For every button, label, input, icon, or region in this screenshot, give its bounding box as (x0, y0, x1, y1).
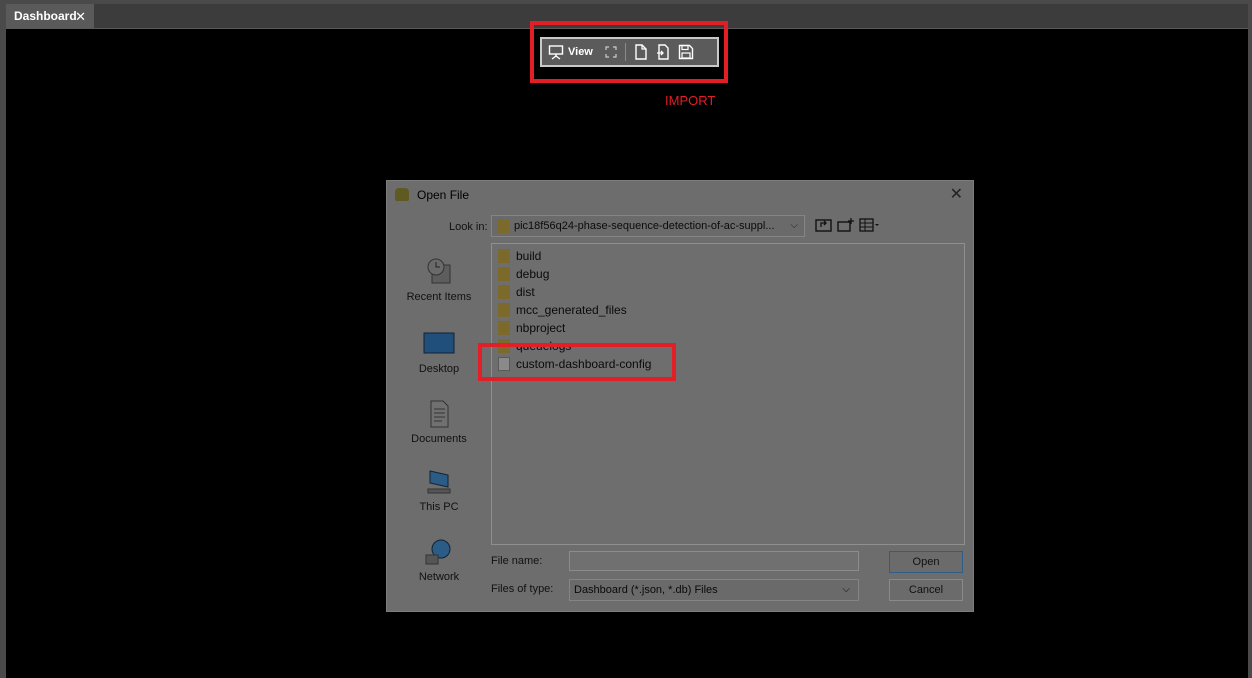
close-icon[interactable]: ✕ (950, 184, 963, 204)
file-highlight (478, 343, 676, 381)
new-folder-icon[interactable] (837, 217, 855, 233)
files-of-type-value: Dashboard (*.json, *.db) Files (574, 584, 718, 596)
list-item[interactable]: build (496, 247, 541, 265)
dialog-title: Open File (417, 188, 470, 202)
file-name-label: File name: (491, 555, 543, 567)
up-folder-icon[interactable] (815, 217, 833, 233)
file-name: build (516, 249, 542, 263)
place-label: Network (418, 571, 460, 583)
computer-icon (427, 470, 451, 494)
chevron-down-icon: ⌵ (842, 584, 850, 595)
file-name-field[interactable] (569, 551, 859, 571)
folder-icon (498, 285, 510, 299)
folder-icon (498, 249, 510, 263)
import-annotation: IMPORT (665, 93, 716, 108)
place-label: This PC (419, 501, 459, 513)
place-label: Desktop (418, 363, 460, 375)
cancel-button[interactable]: Cancel (889, 579, 963, 601)
list-item[interactable]: nbproject (496, 319, 565, 337)
file-name: nbproject (516, 321, 566, 335)
place-this-pc[interactable]: This PC (397, 467, 481, 527)
open-button[interactable]: Open (889, 551, 963, 573)
look-in-label: Look in: (449, 221, 488, 233)
place-label: Recent Items (406, 291, 472, 303)
file-name: dist (516, 285, 535, 299)
list-item[interactable]: dist (496, 283, 535, 301)
look-in-value: pic18f56q24-phase-sequence-detection-of-… (514, 220, 775, 232)
toolbar-highlight (530, 21, 728, 83)
app-icon (395, 188, 409, 201)
chevron-down-icon: ⌵ (790, 220, 798, 231)
place-desktop[interactable]: Desktop (397, 329, 481, 389)
place-network[interactable]: Network (397, 537, 481, 597)
files-of-type-dropdown[interactable]: Dashboard (*.json, *.db) Files ⌵ (569, 579, 859, 601)
file-name: mcc_generated_files (516, 303, 627, 317)
open-file-dialog: Open File ✕ Look in: pic18f56q24-phase-s… (386, 180, 974, 612)
list-item[interactable]: mcc_generated_files (496, 301, 627, 319)
files-of-type-label: Files of type: (491, 583, 554, 595)
tab-dashboard[interactable]: Dashboard ✕ (6, 4, 94, 29)
file-list[interactable]: build debug dist mcc_generated_files nbp… (491, 243, 965, 545)
folder-icon (498, 267, 510, 281)
look-in-dropdown[interactable]: pic18f56q24-phase-sequence-detection-of-… (491, 215, 805, 237)
navigation-icons (815, 217, 881, 233)
folder-icon (498, 321, 510, 335)
folder-icon (498, 303, 510, 317)
documents-icon (430, 400, 449, 428)
desktop-icon (423, 332, 455, 354)
file-name: debug (516, 267, 550, 281)
dialog-title-bar: Open File (387, 181, 973, 209)
view-menu-icon[interactable] (859, 217, 881, 233)
place-documents[interactable]: Documents (397, 399, 481, 459)
folder-icon (497, 219, 509, 233)
network-icon (425, 539, 451, 565)
place-recent-items[interactable]: Recent Items (397, 257, 481, 317)
tab-close-icon[interactable]: ✕ (75, 4, 86, 29)
list-item[interactable]: debug (496, 265, 549, 283)
place-label: Documents (411, 433, 467, 445)
tab-label: Dashboard (14, 9, 77, 23)
recent-items-icon (427, 258, 451, 284)
